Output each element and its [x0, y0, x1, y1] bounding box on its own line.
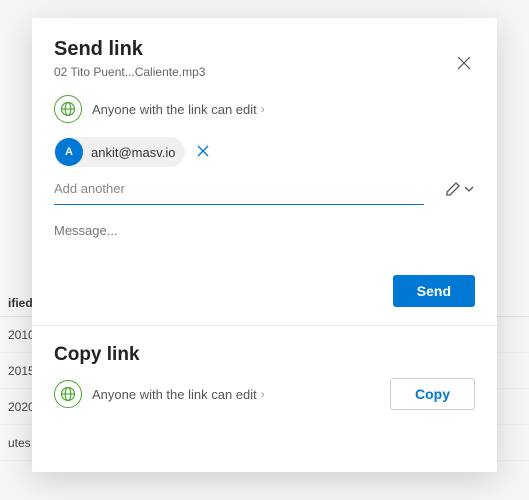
copy-link-title: Copy link: [54, 344, 475, 366]
message-input[interactable]: [32, 205, 497, 275]
recipient-chip[interactable]: A ankit@masv.io: [54, 137, 185, 167]
chevron-right-icon: ›: [261, 102, 265, 116]
recipients-row: A ankit@masv.io: [32, 131, 497, 169]
globe-icon: [54, 380, 82, 408]
add-recipient-row: [32, 169, 497, 205]
avatar: A: [55, 138, 83, 166]
permission-setting-copy[interactable]: Anyone with the link can edit ›: [54, 380, 265, 408]
send-link-dialog: Send link 02 Tito Puent...Caliente.mp3 A…: [32, 18, 497, 472]
close-icon: [197, 145, 209, 157]
edit-permission-button[interactable]: [445, 181, 475, 197]
pencil-icon: [445, 181, 461, 197]
file-name: 02 Tito Puent...Caliente.mp3: [54, 65, 205, 79]
title-block: Send link 02 Tito Puent...Caliente.mp3: [54, 38, 205, 79]
recipient-email: ankit@masv.io: [91, 145, 175, 160]
chevron-right-icon: ›: [261, 387, 265, 401]
permission-text: Anyone with the link can edit ›: [92, 387, 265, 402]
close-icon: [457, 56, 471, 70]
copy-row: Anyone with the link can edit › Copy: [54, 378, 475, 410]
close-button[interactable]: [453, 52, 475, 74]
permission-setting-send[interactable]: Anyone with the link can edit ›: [32, 87, 497, 131]
copy-button[interactable]: Copy: [390, 378, 475, 410]
copy-link-section: Copy link Anyone with the link can edit …: [32, 326, 497, 430]
chevron-down-icon: [463, 183, 475, 195]
send-row: Send: [32, 275, 497, 325]
add-recipient-input[interactable]: [54, 173, 424, 205]
dialog-title: Send link: [54, 38, 205, 61]
permission-text: Anyone with the link can edit ›: [92, 102, 265, 117]
remove-recipient-button[interactable]: [193, 141, 213, 164]
globe-icon: [54, 95, 82, 123]
dialog-header: Send link 02 Tito Puent...Caliente.mp3: [32, 18, 497, 87]
send-button[interactable]: Send: [393, 275, 475, 307]
